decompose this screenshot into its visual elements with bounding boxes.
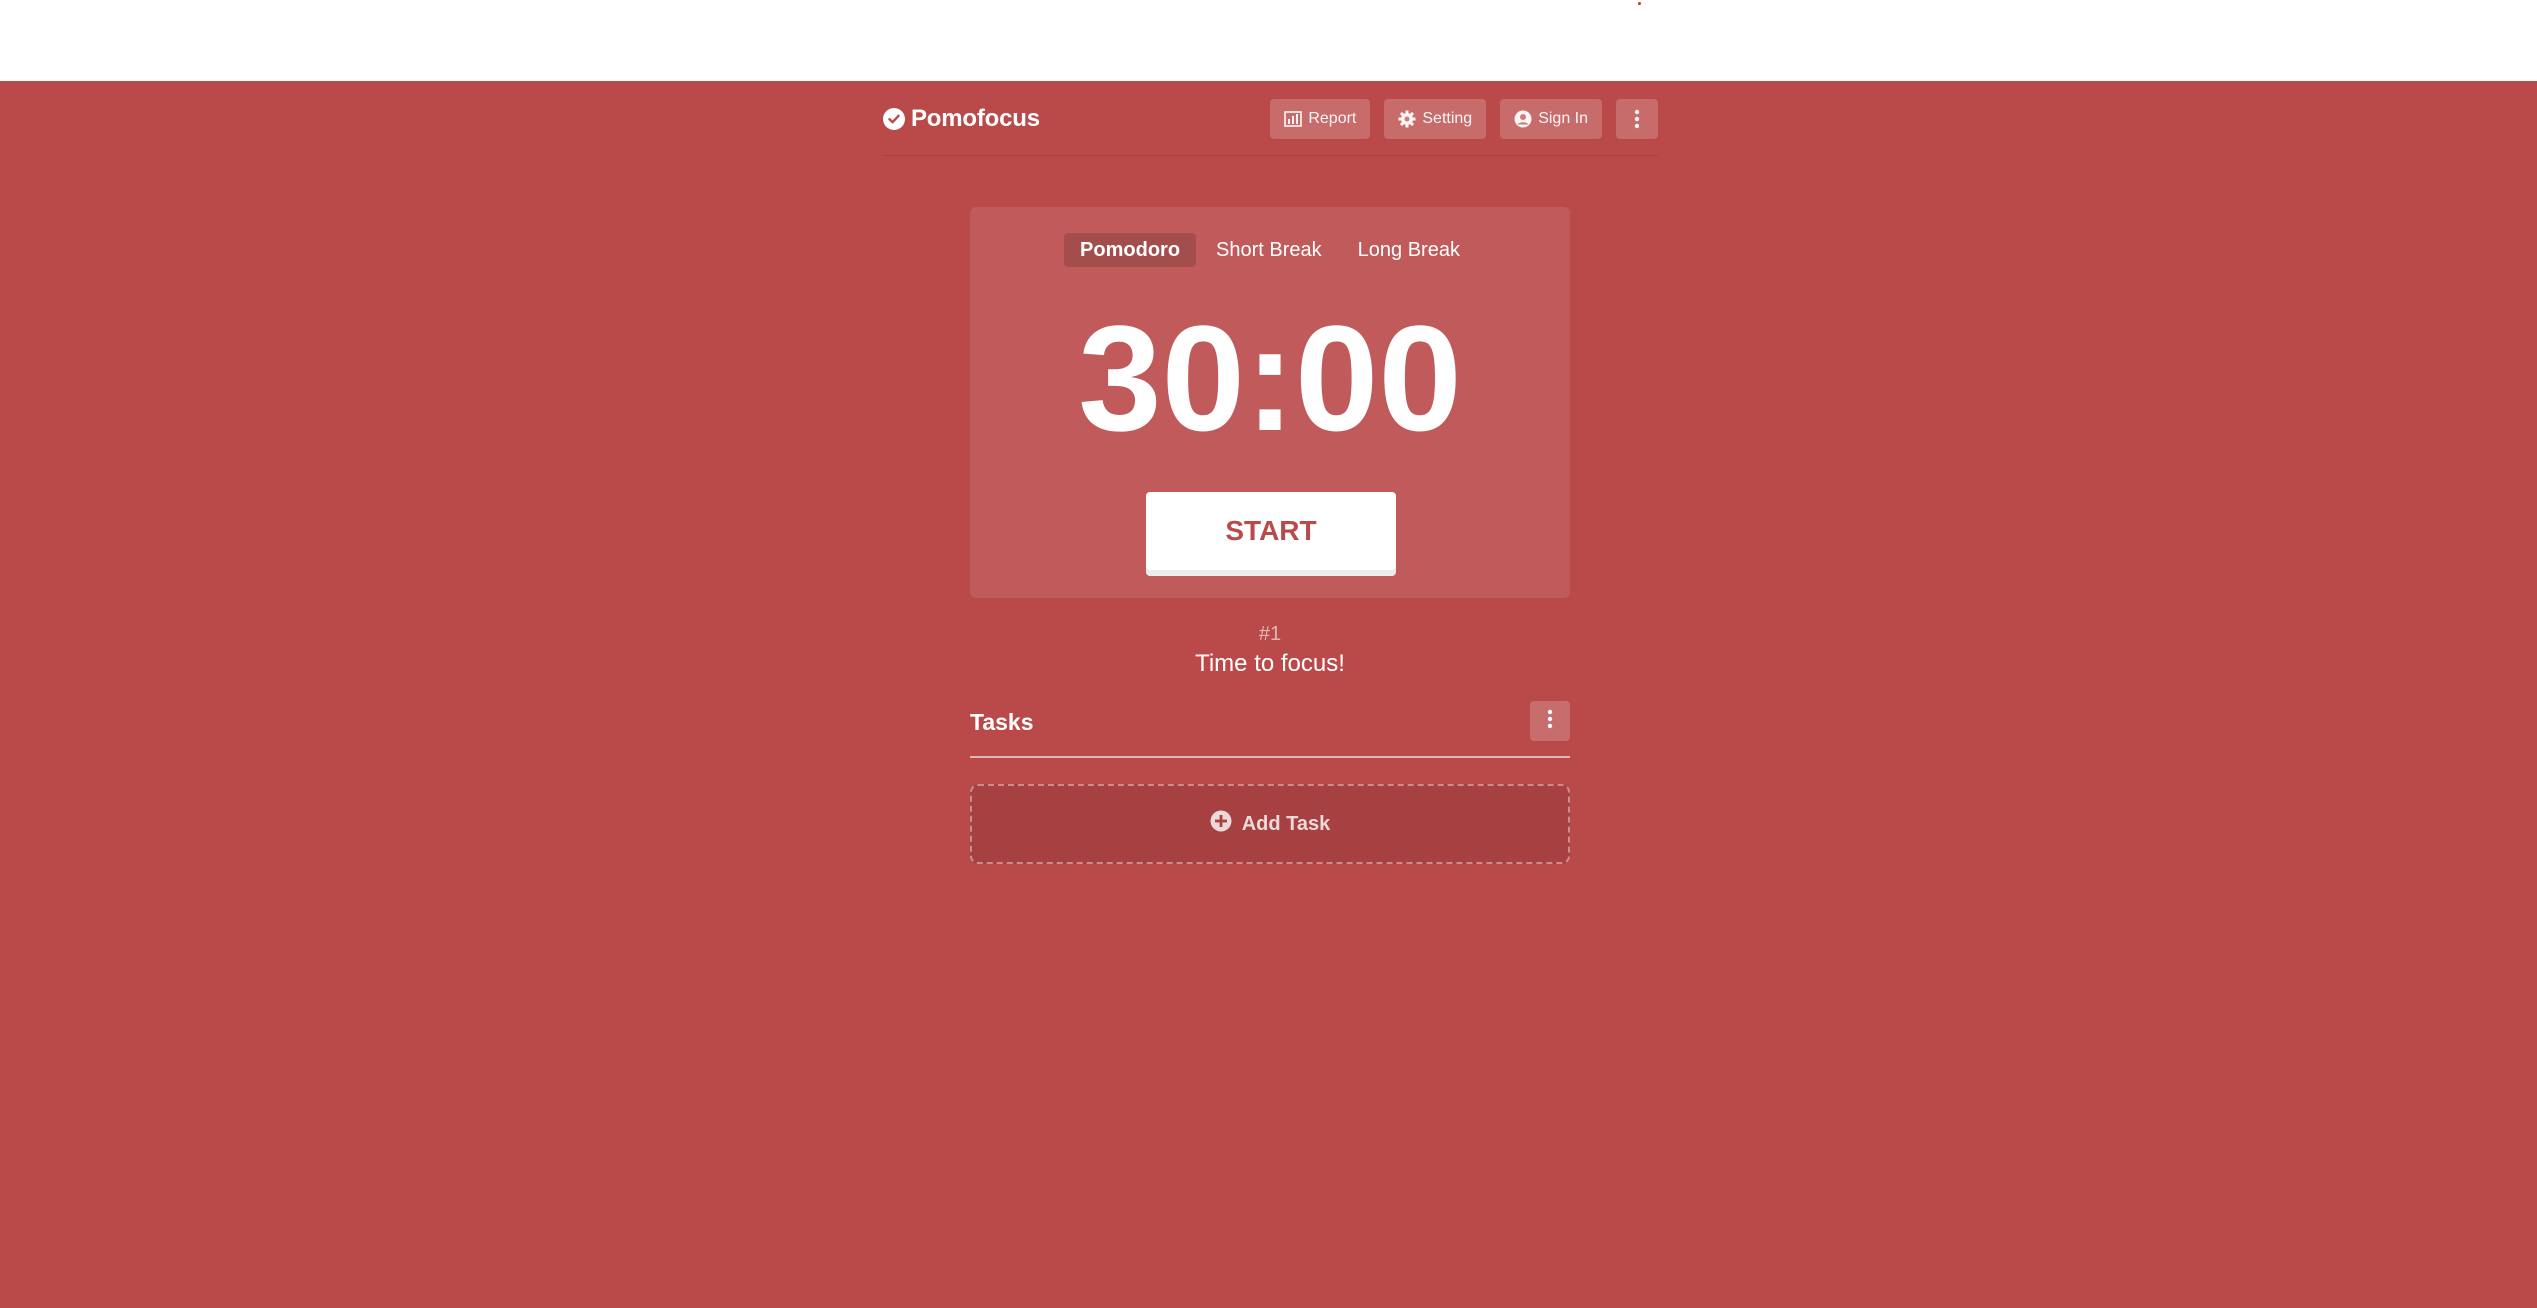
focus-message: Time to focus! bbox=[1195, 650, 1345, 677]
tab-long-break[interactable]: Long Break bbox=[1342, 233, 1476, 267]
start-button[interactable]: START bbox=[1146, 492, 1396, 570]
chart-icon bbox=[1284, 111, 1303, 127]
logo[interactable]: Pomofocus bbox=[883, 105, 1040, 133]
browser-top-strip bbox=[0, 0, 2537, 81]
mode-tabs: Pomodoro Short Break Long Break bbox=[970, 233, 1570, 267]
plus-circle-icon bbox=[1210, 810, 1232, 838]
report-button[interactable]: Report bbox=[1270, 99, 1371, 139]
session-count[interactable]: #1 bbox=[970, 623, 1570, 646]
setting-button[interactable]: Setting bbox=[1384, 99, 1487, 139]
header-nav: Report Setting Sign In bbox=[1270, 99, 1658, 139]
add-task-label: Add Task bbox=[1241, 812, 1331, 835]
logo-text: Pomofocus bbox=[911, 105, 1040, 132]
tasks-menu-button[interactable] bbox=[1530, 701, 1570, 741]
gear-icon bbox=[1398, 110, 1416, 128]
add-task-button[interactable]: Add Task bbox=[970, 784, 1570, 864]
app-container: Pomofocus Report Setting Sign In Pomodor… bbox=[0, 81, 2537, 1308]
more-menu-button[interactable] bbox=[1616, 99, 1658, 139]
sign-in-button[interactable]: Sign In bbox=[1500, 99, 1602, 139]
timer-display: 30:00 bbox=[1078, 294, 1462, 462]
check-circle-icon bbox=[883, 108, 905, 130]
vertical-dots-icon bbox=[1547, 709, 1553, 734]
tasks-header: Tasks bbox=[970, 701, 1570, 758]
vertical-dots-icon bbox=[1634, 109, 1640, 129]
report-label: Report bbox=[1308, 110, 1357, 127]
tasks-title: Tasks bbox=[970, 709, 1034, 735]
sign-in-label: Sign In bbox=[1538, 110, 1588, 127]
red-dot bbox=[1638, 2, 1641, 5]
tab-pomodoro[interactable]: Pomodoro bbox=[1064, 233, 1197, 267]
timer-card: Pomodoro Short Break Long Break 30:00 ST… bbox=[970, 207, 1570, 598]
user-circle-icon bbox=[1514, 110, 1532, 128]
setting-label: Setting bbox=[1422, 110, 1473, 127]
tab-short-break[interactable]: Short Break bbox=[1200, 233, 1338, 267]
header: Pomofocus Report Setting Sign In bbox=[883, 81, 1658, 156]
